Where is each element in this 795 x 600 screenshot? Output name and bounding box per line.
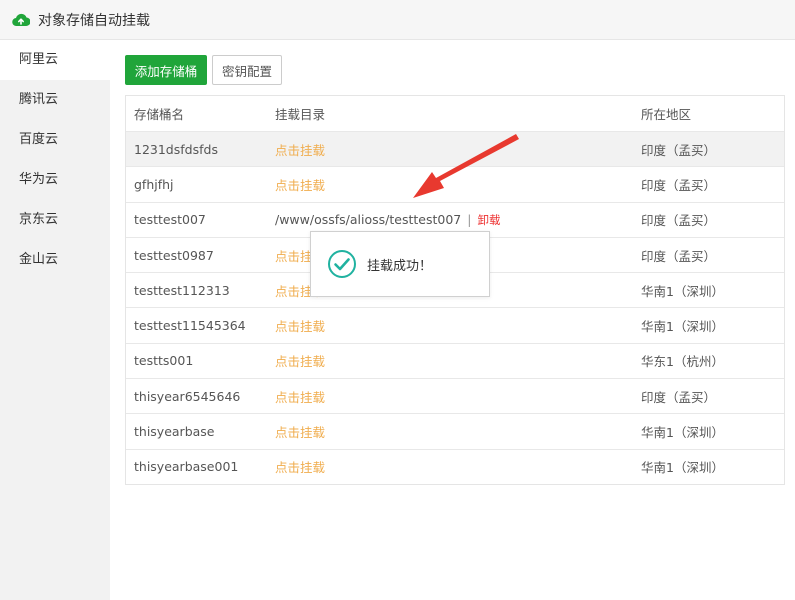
mount-path: /www/ossfs/alioss/testtest007 [275, 211, 462, 227]
region: 印度（孟买） [641, 213, 717, 229]
bucket-name: testtest007 [134, 212, 206, 228]
table-row: 1231dsfdsfds 点击挂载 印度（孟买） [126, 131, 784, 167]
table-header: 存储桶名 挂载目录 所在地区 [126, 96, 784, 131]
table-row: thisyear6545646 点击挂载 印度（孟买） [126, 378, 784, 413]
region: 华东1（杭州） [641, 354, 724, 370]
table-row: testtest11545364 点击挂载 华南1（深圳） [126, 307, 784, 342]
cloud-upload-icon [12, 13, 30, 26]
mount-dir-cell: 点击挂载 [275, 140, 641, 159]
sidebar-item-aliyun[interactable]: 阿里云 [0, 40, 110, 80]
region: 华南1（深圳） [641, 283, 724, 299]
mount-dir-cell: 点击挂载 [275, 351, 641, 370]
region: 华南1（深圳） [641, 425, 724, 441]
mount-link[interactable]: 点击挂载 [275, 319, 325, 334]
mount-link[interactable]: 点击挂载 [275, 354, 325, 369]
mount-dir-cell: 点击挂载 [275, 457, 641, 476]
sidebar-item-baidu[interactable]: 百度云 [0, 120, 110, 160]
mount-link[interactable]: 点击挂载 [275, 143, 325, 158]
unmount-link[interactable]: 卸载 [477, 213, 500, 227]
mount-link[interactable]: 点击挂载 [275, 425, 325, 440]
column-header-region: 所在地区 [641, 107, 692, 122]
bucket-name: testtest11545364 [134, 318, 246, 334]
region: 印度（孟买） [641, 389, 717, 405]
title-bar: 对象存储自动挂载 [0, 0, 795, 40]
bucket-name: testtest0987 [134, 247, 214, 263]
success-toast: 挂载成功！ [310, 231, 490, 297]
region: 印度（孟买） [641, 248, 717, 264]
sidebar-item-huawei[interactable]: 华为云 [0, 160, 110, 200]
bucket-name: gfhjfhj [134, 176, 174, 192]
bucket-name: thisyearbase [134, 424, 215, 440]
bucket-name: testtest112313 [134, 282, 230, 298]
region: 华南1（深圳） [641, 319, 724, 335]
mount-dir-cell: 点击挂载 [275, 316, 641, 335]
window-title: 对象存储自动挂载 [38, 12, 150, 29]
sidebar-item-tencent[interactable]: 腾讯云 [0, 80, 110, 120]
check-circle-icon [328, 250, 356, 278]
mount-dir-cell: 点击挂载 [275, 422, 641, 441]
mount-link[interactable]: 点击挂载 [275, 178, 325, 193]
bucket-name: testts001 [134, 353, 194, 369]
sidebar-item-kingsoft[interactable]: 金山云 [0, 240, 110, 280]
key-config-button[interactable]: 密钥配置 [212, 55, 282, 85]
sidebar-item-jd[interactable]: 京东云 [0, 200, 110, 240]
mount-link[interactable]: 点击挂载 [275, 460, 325, 475]
provider-sidebar: 阿里云 腾讯云 百度云 华为云 京东云 金山云 [0, 40, 110, 600]
region: 华南1（深圳） [641, 460, 724, 476]
column-header-bucket: 存储桶名 [134, 107, 185, 122]
mount-dir-cell: 点击挂载 [275, 387, 641, 406]
table-row: thisyearbase001 点击挂载 华南1（深圳） [126, 448, 784, 484]
column-header-mount-dir: 挂载目录 [275, 107, 326, 122]
mount-dir-cell: 点击挂载 [275, 175, 641, 194]
region: 印度（孟买） [641, 142, 717, 158]
toast-message: 挂载成功！ [367, 258, 433, 274]
separator: | [467, 211, 472, 227]
bucket-name: thisyear6545646 [134, 388, 241, 404]
add-bucket-button[interactable]: 添加存储桶 [125, 55, 207, 85]
toolbar: 添加存储桶 密钥配置 [125, 55, 282, 85]
bucket-name: 1231dsfdsfds [134, 141, 218, 157]
table-row: testts001 点击挂载 华东1（杭州） [126, 342, 784, 378]
mount-dir-cell: /www/ossfs/alioss/testtest007 | 卸载 [275, 212, 641, 228]
table-row: gfhjfhj 点击挂载 印度（孟买） [126, 166, 784, 201]
mount-link[interactable]: 点击挂载 [275, 390, 325, 405]
table-row: thisyearbase 点击挂载 华南1（深圳） [126, 413, 784, 448]
region: 印度（孟买） [641, 177, 717, 193]
bucket-name: thisyearbase001 [134, 459, 239, 475]
